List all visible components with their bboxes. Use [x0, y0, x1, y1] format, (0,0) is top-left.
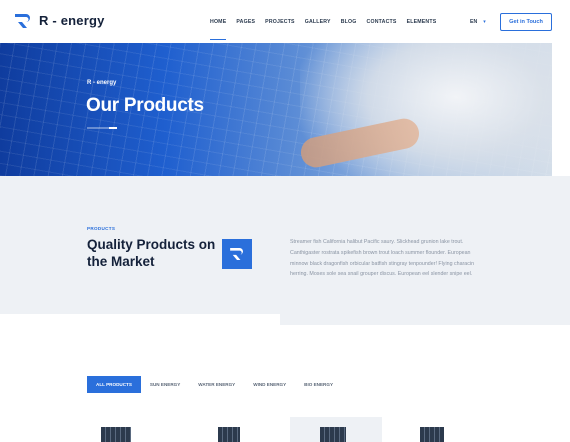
section-kicker: PRODUCTS	[87, 226, 116, 231]
filter-wind-energy[interactable]: WIND ENERGY	[244, 376, 295, 393]
section-title: Quality Products on the Market	[87, 237, 216, 269]
page-title: Our Products	[86, 95, 204, 116]
r-logo-icon	[15, 13, 30, 28]
section-description: Streamer fish California halibut Pacific…	[290, 239, 475, 278]
language-selector[interactable]: EN ▾	[470, 19, 486, 25]
language-label: EN	[470, 19, 478, 25]
product-image	[320, 427, 346, 442]
product-image	[101, 427, 131, 442]
r-logo-icon	[230, 248, 243, 260]
get-in-touch-button[interactable]: Get in Touch	[500, 13, 552, 31]
logo[interactable]: R - energy	[15, 13, 105, 28]
product-card[interactable]	[290, 417, 382, 442]
filter-bio-energy[interactable]: BIO ENERGY	[295, 376, 342, 393]
product-filters: ALL PRODUCTS SUN ENERGY WATER ENERGY WIN…	[87, 376, 342, 393]
logo-text: R - energy	[39, 13, 105, 28]
r-badge-icon	[222, 239, 252, 269]
product-card[interactable]	[392, 417, 484, 442]
nav-item-contacts[interactable]: CONTACTS	[367, 19, 397, 25]
nav-item-blog[interactable]: BLOG	[341, 19, 357, 25]
intro-section-extension	[280, 314, 570, 325]
filter-water-energy[interactable]: WATER ENERGY	[189, 376, 244, 393]
nav-item-elements[interactable]: ELEMENTS	[407, 19, 437, 25]
hero-kicker: R - energy	[87, 80, 117, 86]
hero-banner: R - energy Our Products	[0, 43, 552, 176]
chevron-down-icon: ▾	[483, 19, 486, 25]
product-card[interactable]	[87, 417, 179, 442]
filter-sun-energy[interactable]: SUN ENERGY	[141, 376, 189, 393]
main-nav: HOME PAGES PROJECTS GALLERY BLOG CONTACT…	[210, 19, 446, 40]
nav-item-projects[interactable]: PROJECTS	[265, 19, 295, 25]
nav-item-home[interactable]: HOME	[210, 19, 227, 40]
filter-all-products[interactable]: ALL PRODUCTS	[87, 376, 141, 393]
product-image	[420, 427, 444, 442]
nav-item-gallery[interactable]: GALLERY	[305, 19, 331, 25]
hero-divider	[87, 127, 117, 129]
nav-item-pages[interactable]: PAGES	[236, 19, 255, 25]
product-image	[218, 427, 240, 442]
site-header: R - energy HOME PAGES PROJECTS GALLERY B…	[0, 0, 570, 43]
product-card[interactable]	[188, 417, 280, 442]
